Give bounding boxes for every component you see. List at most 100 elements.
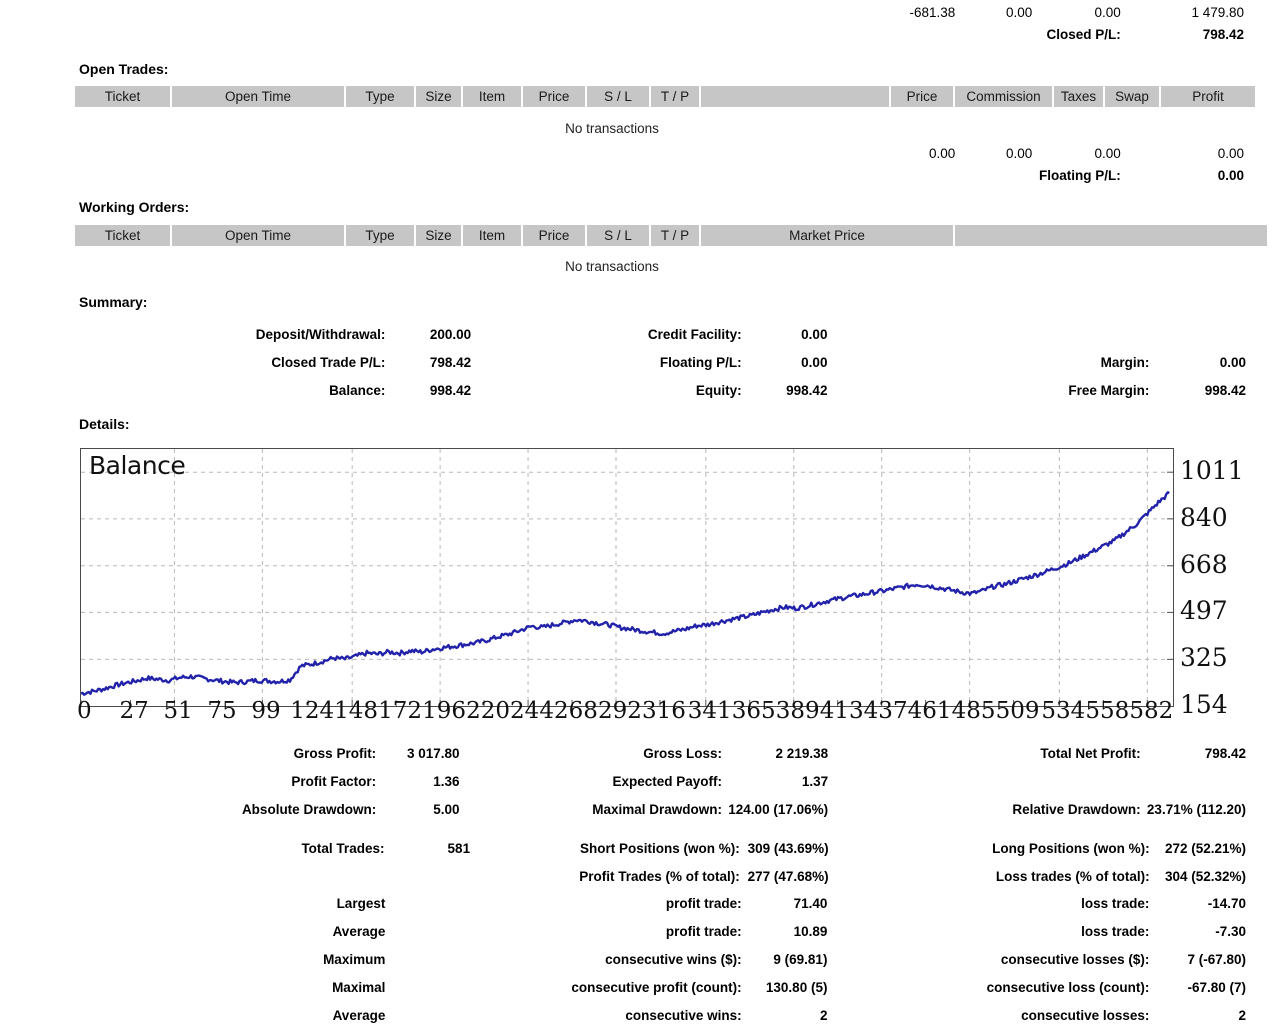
chart-x-tick: 172 — [378, 700, 422, 723]
col-item: Item — [463, 86, 521, 107]
chart-x-tick: 413 — [820, 700, 864, 723]
stat-label-max-consecutive-wins: consecutive wins ($): — [386, 945, 742, 973]
stat-label-average: Average — [73, 917, 386, 945]
table-header-row: Ticket Open Time Type Size Item Price S … — [75, 86, 1255, 107]
stat-label-loss-trades: Loss trades (% of total): — [830, 862, 1151, 890]
stat-label-blank — [829, 767, 1142, 795]
stat-label-maximal-consecutive-profit: consecutive profit (count): — [386, 973, 742, 1001]
open-trades-table: Ticket Open Time Type Size Item Price S … — [73, 86, 1257, 107]
chart-x-tick: 365 — [732, 700, 776, 723]
summary-label-free-margin: Free Margin: — [828, 376, 1150, 404]
stat-label-largest: Largest — [73, 889, 386, 917]
stat-label-profit-trades: Profit Trades (% of total): — [471, 862, 741, 890]
report-page: -681.38 0.00 0.00 1 479.80 Closed P/L: 7… — [0, 0, 1280, 1025]
col-sl: S / L — [587, 225, 649, 246]
summary-label-closed-trade-pl: Closed Trade P/L: — [73, 348, 386, 376]
closed-pl-value: 798.42 — [1122, 21, 1245, 43]
floating-pl-label: Floating P/L: — [860, 162, 1122, 184]
chart-x-tick: 509 — [996, 700, 1040, 723]
total-swap: 0.00 — [1033, 145, 1122, 162]
chart-x-tick: 292 — [598, 700, 642, 723]
chart-y-tick: 668 — [1180, 552, 1228, 577]
summary-label-balance: Balance: — [73, 376, 386, 404]
col-item: Item — [463, 225, 521, 246]
stat-label-maximum: Maximum — [73, 945, 386, 973]
summary-value-closed-trade-pl: 798.42 — [386, 348, 472, 376]
stat-value-profit-trades: 277 (47.68%) — [741, 862, 830, 890]
chart-x-tick: 268 — [554, 700, 598, 723]
stat-value-total-net-profit: 798.42 — [1142, 739, 1247, 767]
stat-label-average-profit-trade: profit trade: — [386, 917, 742, 945]
summary-value-balance: 998.42 — [386, 376, 472, 404]
balance-chart: Balance — [80, 448, 1174, 707]
summary-row: Deposit/Withdrawal: 200.00 Credit Facili… — [73, 320, 1247, 348]
summary-value-equity: 998.42 — [743, 376, 829, 404]
floating-pl-value: 0.00 — [1122, 162, 1245, 184]
col-tp: T / P — [651, 225, 699, 246]
chart-x-tick: 461 — [908, 700, 952, 723]
stat-label-blank-2 — [73, 862, 385, 890]
stat-label-relative-drawdown: Relative Drawdown: — [829, 795, 1142, 823]
stat-value-loss-trades: 304 (52.32%) — [1151, 862, 1247, 890]
stat-value-gross-profit: 3 017.80 — [377, 739, 460, 767]
top-value-3: 0.00 — [1033, 4, 1122, 21]
stat-label-gross-loss: Gross Loss: — [461, 739, 724, 767]
chart-x-tick: 341 — [688, 700, 732, 723]
stat-label-long-positions: Long Positions (won %): — [830, 834, 1151, 862]
stats-row: Largest profit trade: 71.40 loss trade: … — [73, 889, 1247, 917]
stat-value-absolute-drawdown: 5.00 — [377, 795, 460, 823]
stats-row: Maximum consecutive wins ($): 9 (69.81) … — [73, 945, 1247, 973]
working-orders-empty: No transactions — [73, 255, 1151, 274]
stat-label-absolute-drawdown: Absolute Drawdown: — [73, 795, 377, 823]
stat-label-total-trades: Total Trades: — [73, 834, 385, 862]
stats-row: Total Trades: 581 Short Positions (won %… — [73, 834, 1247, 862]
stat-value-max-consecutive-losses: 7 (-67.80) — [1150, 945, 1247, 973]
col-market-price: Market Price — [701, 225, 953, 246]
summary-value-floating-pl: 0.00 — [743, 348, 829, 376]
stat-value-long-positions: 272 (52.21%) — [1151, 834, 1247, 862]
table-header-row: Ticket Open Time Type Size Item Price S … — [75, 225, 1267, 246]
col-open-time: Open Time — [172, 225, 344, 246]
stat-value-average-loss-trade: -7.30 — [1150, 917, 1247, 945]
stat-value-average-profit-trade: 10.89 — [743, 917, 829, 945]
chart-x-tick: 99 — [251, 700, 280, 723]
stat-label-maximal: Maximal — [73, 973, 386, 1001]
top-pl-strip: -681.38 0.00 0.00 1 479.80 Closed P/L: 7… — [860, 4, 1245, 43]
col-profit: Profit — [1161, 86, 1255, 107]
open-trades-title: Open Trades: — [79, 61, 168, 77]
stats-block-3: Largest profit trade: 71.40 loss trade: … — [73, 889, 1247, 1029]
chart-y-tick: 840 — [1180, 505, 1228, 530]
summary-value-credit: 0.00 — [743, 320, 829, 348]
stat-label-maximal-drawdown: Maximal Drawdown: — [461, 795, 724, 823]
summary-row: Balance: 998.42 Equity: 998.42 Free Marg… — [73, 376, 1247, 404]
chart-x-tick: 558 — [1085, 700, 1129, 723]
col-spacer — [701, 86, 889, 107]
details-title: Details: — [79, 416, 130, 432]
col-price: Price — [523, 86, 585, 107]
chart-y-tick: 325 — [1180, 645, 1228, 670]
stat-value-blank — [1142, 767, 1247, 795]
chart-x-tick: 437 — [864, 700, 908, 723]
summary-table: Deposit/Withdrawal: 200.00 Credit Facili… — [73, 320, 1247, 404]
stat-label-gross-profit: Gross Profit: — [73, 739, 377, 767]
stat-label-maximal-consecutive-loss: consecutive loss (count): — [828, 973, 1150, 1001]
stats-row: Profit Trades (% of total): 277 (47.68%)… — [73, 862, 1247, 890]
stat-value-total-trades: 581 — [385, 834, 471, 862]
summary-label-deposit: Deposit/Withdrawal: — [73, 320, 386, 348]
stat-value-maximal-drawdown: 124.00 (17.06%) — [723, 795, 829, 823]
col-tp: T / P — [651, 86, 699, 107]
summary-value-blank — [1150, 320, 1247, 348]
summary-label-equity: Equity: — [472, 376, 742, 404]
col-size: Size — [416, 86, 461, 107]
col-commission: Commission — [955, 86, 1052, 107]
stat-label-largest-profit-trade: profit trade: — [386, 889, 742, 917]
chart-x-tick: 316 — [642, 700, 686, 723]
summary-value-margin: 0.00 — [1150, 348, 1247, 376]
stats-row: Gross Profit: 3 017.80 Gross Loss: 2 219… — [73, 739, 1247, 767]
summary-row: Closed Trade P/L: 798.42 Floating P/L: 0… — [73, 348, 1247, 376]
summary-title: Summary: — [79, 294, 147, 310]
summary-label-blank — [828, 320, 1150, 348]
working-orders-table: Ticket Open Time Type Size Item Price S … — [73, 225, 1269, 246]
chart-x-tick: 244 — [510, 700, 554, 723]
col-price: Price — [523, 225, 585, 246]
